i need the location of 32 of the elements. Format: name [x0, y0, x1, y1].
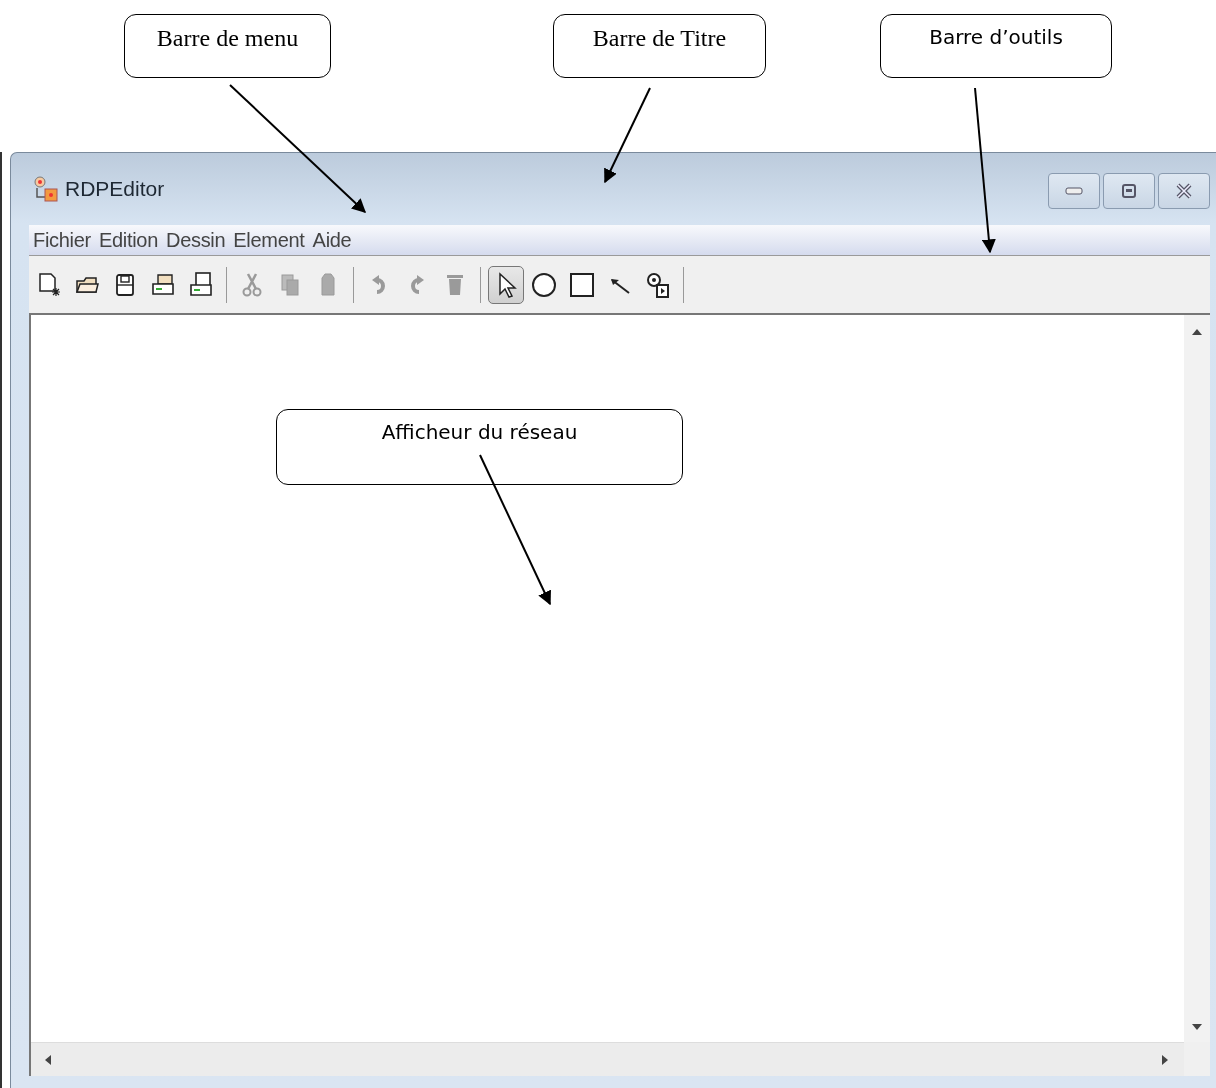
vertical-scrollbar[interactable]	[1184, 315, 1210, 1042]
horizontal-scrollbar[interactable]	[31, 1042, 1184, 1076]
circle-icon	[531, 270, 557, 299]
minimize-icon	[1065, 187, 1083, 195]
callout: Barre de Titre	[553, 14, 766, 78]
close-button[interactable]	[1158, 173, 1210, 209]
redo-icon	[409, 273, 425, 296]
menu-item[interactable]: Fichier	[33, 228, 91, 252]
maximize-icon	[1122, 184, 1136, 198]
maximize-button[interactable]	[1103, 173, 1155, 209]
callout: Afficheur du réseau	[276, 409, 683, 485]
scroll-up-icon	[1192, 329, 1202, 335]
menu-item[interactable]: Aide	[312, 228, 352, 252]
square-icon	[569, 270, 595, 299]
scroll-left-icon	[45, 1054, 51, 1065]
menu-item[interactable]: Element	[233, 228, 305, 252]
window-title: RDPEditor	[65, 177, 166, 201]
toolbar-button[interactable]	[488, 265, 524, 304]
scroll-right-icon	[1162, 1054, 1168, 1065]
undo-icon	[371, 273, 387, 296]
place-transition-icon	[645, 270, 671, 299]
disk-printer-icon	[188, 270, 214, 299]
callout: Barre de menu	[124, 14, 331, 78]
drawing-canvas[interactable]: Afficheur du réseau	[29, 315, 1210, 1076]
close-icon	[1175, 183, 1193, 199]
new-file-icon	[36, 270, 62, 299]
app-icon	[33, 175, 59, 203]
callout: Barre d’outils	[880, 14, 1112, 78]
menu-item[interactable]: Edition	[98, 228, 158, 252]
menu-item[interactable]: Dessin	[166, 228, 226, 252]
scrollbar-corner	[1184, 1042, 1210, 1076]
scroll-down-icon	[1192, 1024, 1202, 1030]
